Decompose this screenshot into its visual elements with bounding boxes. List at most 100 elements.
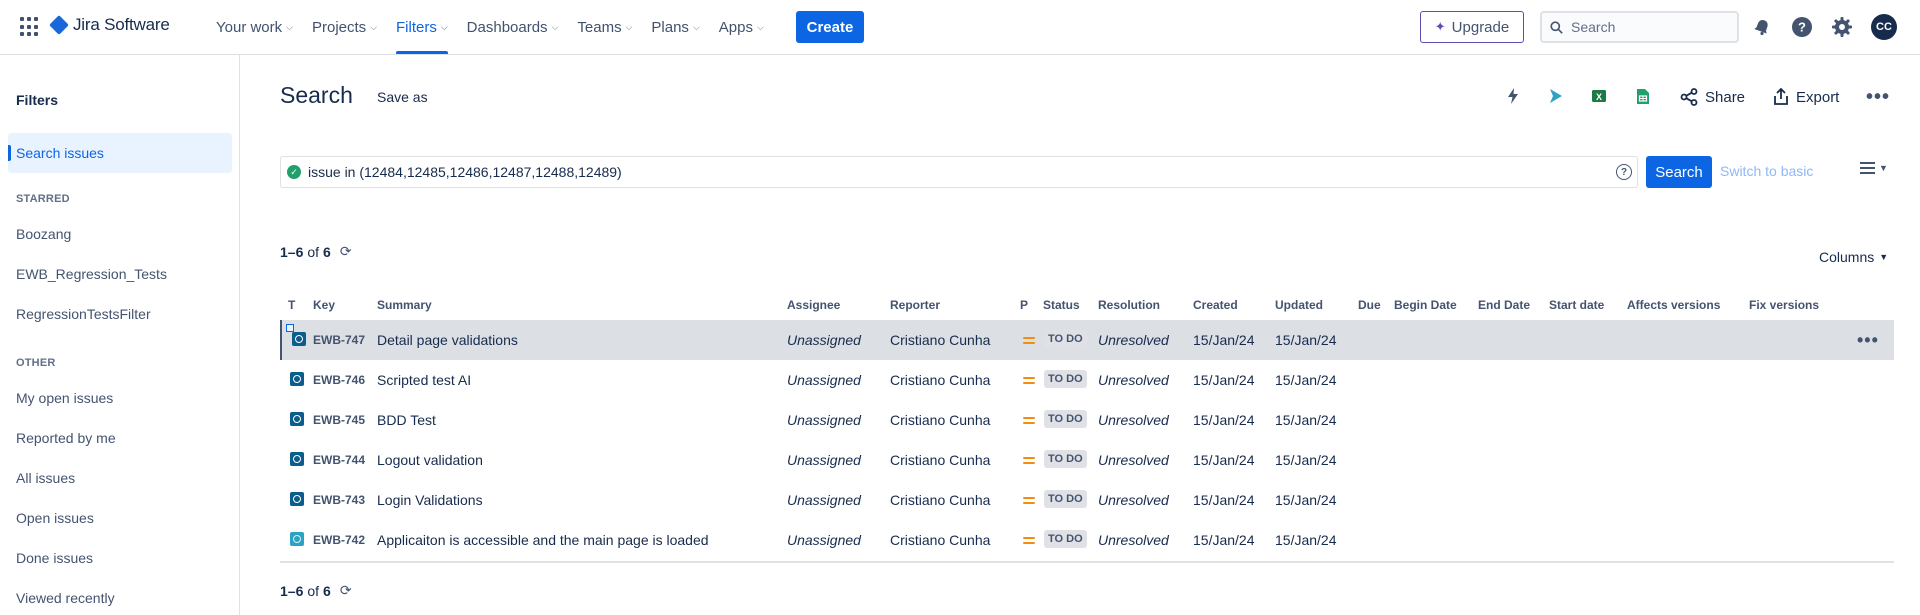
table-row[interactable]: EWB-746 Scripted test AI Unassigned Cris…	[280, 360, 1894, 400]
nav-apps[interactable]: Apps ⌵	[719, 0, 764, 54]
table-row[interactable]: EWB-745 BDD Test Unassigned Cristiano Cu…	[280, 400, 1894, 440]
status-lozenge[interactable]: TO DO	[1044, 410, 1087, 428]
refresh-icon[interactable]: ⟳	[340, 243, 352, 260]
switch-to-basic-link[interactable]: Switch to basic	[1720, 163, 1813, 179]
nav-your-work[interactable]: Your work ⌵	[216, 0, 293, 54]
issue-created: 15/Jan/24	[1193, 492, 1255, 508]
issue-key-link[interactable]: EWB-742	[313, 520, 365, 560]
sidebar-item-starred[interactable]: RegressionTestsFilter	[16, 306, 151, 322]
status-lozenge[interactable]: TO DO	[1044, 450, 1087, 468]
issue-summary-link[interactable]: Scripted test AI	[377, 360, 471, 400]
issue-created: 15/Jan/24	[1193, 332, 1255, 348]
row-focus-marker	[286, 324, 294, 332]
app-name: Jira Software	[73, 15, 170, 34]
column-header-resolution[interactable]: Resolution	[1098, 296, 1160, 314]
jql-help-icon[interactable]: ?	[1616, 164, 1632, 180]
sidebar-item-other[interactable]: Viewed recently	[16, 590, 115, 606]
columns-button[interactable]: Columns ▼	[1819, 249, 1888, 265]
google-sheets-icon[interactable]	[1633, 86, 1653, 106]
app-switcher-icon[interactable]	[20, 17, 40, 37]
nav-filters[interactable]: Filters ⌵	[396, 0, 448, 54]
issue-key-link[interactable]: EWB-743	[313, 480, 365, 520]
issue-resolution: Unresolved	[1098, 412, 1169, 428]
view-switcher-button[interactable]: ▼	[1860, 162, 1888, 174]
issue-key-link[interactable]: EWB-744	[313, 440, 365, 480]
issue-summary-link[interactable]: Login Validations	[377, 480, 483, 520]
sidebar-item-other[interactable]: Reported by me	[16, 430, 116, 446]
sidebar-item-other[interactable]: All issues	[16, 470, 75, 486]
export-button[interactable]: Export	[1773, 86, 1839, 108]
column-header-priority[interactable]: P	[1020, 296, 1028, 314]
issue-reporter: Cristiano Cunha	[890, 452, 991, 468]
issue-summary-link[interactable]: Logout validation	[377, 440, 483, 480]
search-button[interactable]: Search	[1646, 156, 1712, 188]
sidebar-item-other[interactable]: My open issues	[16, 390, 113, 406]
priority-medium-icon	[1023, 337, 1035, 344]
status-lozenge[interactable]: TO DO	[1044, 330, 1087, 348]
create-button[interactable]: Create	[796, 11, 864, 43]
issue-key-link[interactable]: EWB-747	[313, 320, 365, 360]
column-header-created[interactable]: Created	[1193, 296, 1238, 314]
sidebar-item-other[interactable]: Open issues	[16, 510, 94, 526]
chevron-down-icon: ⌵	[625, 21, 633, 32]
issue-key-link[interactable]: EWB-745	[313, 400, 365, 440]
column-header-updated[interactable]: Updated	[1275, 296, 1323, 314]
user-avatar[interactable]: CC	[1871, 14, 1897, 40]
sidebar-item-starred[interactable]: Boozang	[16, 226, 71, 242]
column-header-type[interactable]: T	[288, 296, 295, 314]
sidebar-heading-starred: STARRED	[16, 193, 70, 205]
status-lozenge[interactable]: TO DO	[1044, 490, 1087, 508]
issue-summary-link[interactable]: Detail page validations	[377, 320, 518, 360]
sidebar-item-other[interactable]: Done issues	[16, 550, 93, 566]
test-issue-type-icon	[290, 452, 304, 466]
column-header-status[interactable]: Status	[1043, 296, 1080, 314]
issue-key-link[interactable]: EWB-746	[313, 360, 365, 400]
column-header-affects-versions[interactable]: Affects versions	[1627, 296, 1720, 314]
global-search-input[interactable]: Search	[1540, 11, 1739, 43]
column-header-end-date[interactable]: End Date	[1478, 296, 1530, 314]
column-header-start-date[interactable]: Start date	[1549, 296, 1604, 314]
row-more-actions-icon[interactable]: •••	[1857, 320, 1879, 360]
svg-text:X: X	[1596, 92, 1602, 102]
help-icon[interactable]: ?	[1790, 15, 1814, 39]
settings-gear-icon[interactable]	[1830, 15, 1854, 39]
save-as-button[interactable]: Save as	[377, 89, 428, 105]
excel-export-icon[interactable]: X	[1589, 86, 1609, 106]
issue-summary-link[interactable]: BDD Test	[377, 400, 436, 440]
share-button[interactable]: Share	[1680, 86, 1745, 108]
column-header-due[interactable]: Due	[1358, 296, 1381, 314]
more-actions-icon[interactable]: •••	[1866, 86, 1890, 109]
sidebar-item-search-issues[interactable]: Search issues	[8, 133, 232, 173]
column-header-key[interactable]: Key	[313, 296, 335, 314]
nav-plans[interactable]: Plans ⌵	[651, 0, 699, 54]
nav-dashboards[interactable]: Dashboards ⌵	[467, 0, 559, 54]
issue-updated: 15/Jan/24	[1275, 492, 1337, 508]
upgrade-button[interactable]: ✦ Upgrade	[1420, 11, 1524, 43]
table-row[interactable]: EWB-744 Logout validation Unassigned Cri…	[280, 440, 1894, 480]
table-row[interactable]: EWB-743 Login Validations Unassigned Cri…	[280, 480, 1894, 520]
status-lozenge[interactable]: TO DO	[1044, 370, 1087, 388]
column-header-reporter[interactable]: Reporter	[890, 296, 940, 314]
nav-teams[interactable]: Teams ⌵	[577, 0, 632, 54]
issue-resolution: Unresolved	[1098, 332, 1169, 348]
table-row[interactable]: EWB-747 Detail page validations Unassign…	[280, 320, 1894, 360]
notifications-icon[interactable]	[1750, 15, 1774, 39]
issue-assignee: Unassigned	[787, 532, 861, 548]
jql-query-input[interactable]: ✓ issue in (12484,12485,12486,12487,1248…	[280, 156, 1638, 188]
nav-projects[interactable]: Projects ⌵	[312, 0, 377, 54]
jira-logo[interactable]: Jira Software	[49, 15, 170, 35]
column-header-begin-date[interactable]: Begin Date	[1394, 296, 1457, 314]
column-header-fix-versions[interactable]: Fix versions	[1749, 296, 1819, 314]
issue-summary-link[interactable]: Applicaiton is accessible and the main p…	[377, 520, 709, 560]
pointer-app-icon[interactable]	[1546, 86, 1566, 106]
issue-created: 15/Jan/24	[1193, 532, 1255, 548]
sidebar-item-starred[interactable]: EWB_Regression_Tests	[16, 266, 167, 282]
share-icon	[1680, 88, 1698, 106]
table-row[interactable]: EWB-742 Applicaiton is accessible and th…	[280, 520, 1894, 560]
issue-reporter: Cristiano Cunha	[890, 332, 991, 348]
status-lozenge[interactable]: TO DO	[1044, 530, 1087, 548]
column-header-assignee[interactable]: Assignee	[787, 296, 840, 314]
refresh-icon[interactable]: ⟳	[340, 582, 352, 599]
column-header-summary[interactable]: Summary	[377, 296, 432, 314]
automation-lightning-icon[interactable]	[1503, 86, 1523, 106]
